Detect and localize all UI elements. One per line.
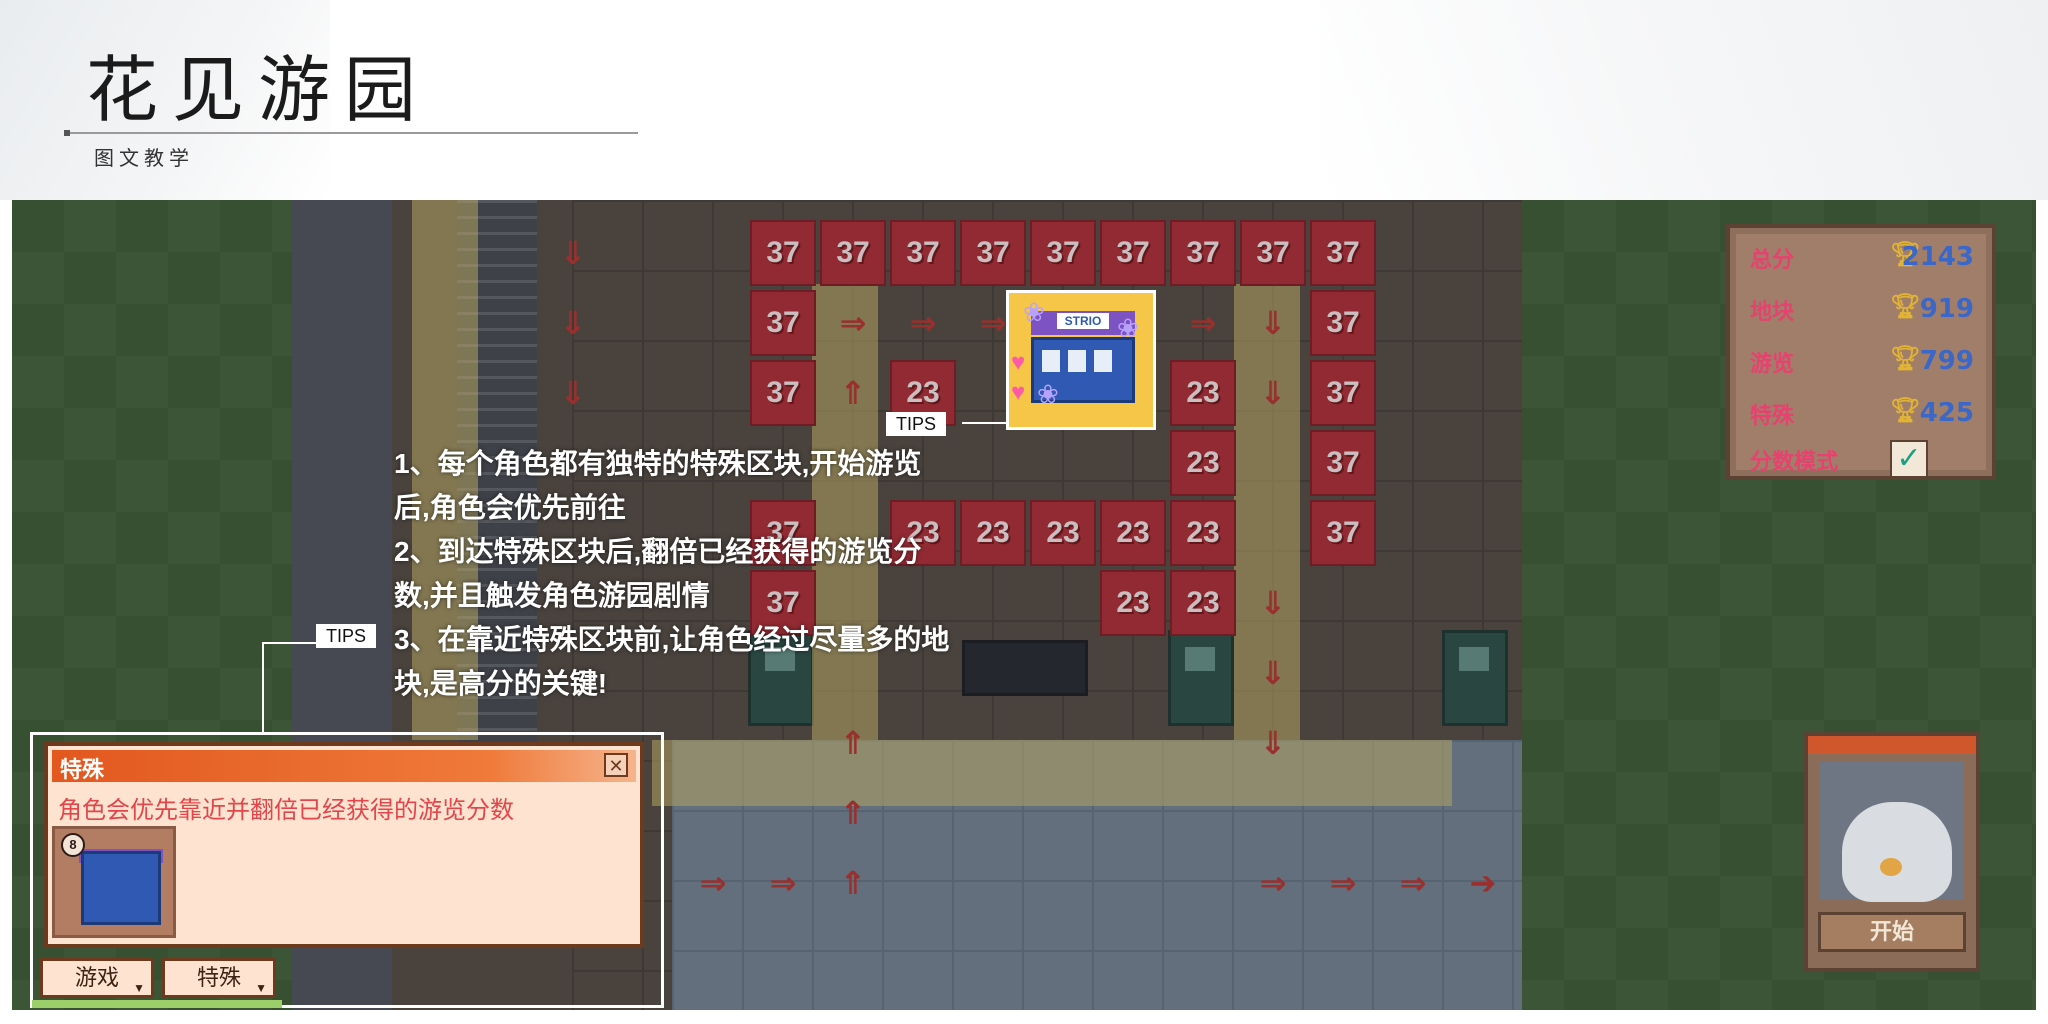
score-label: 游览	[1750, 351, 1795, 376]
score-label: 特殊	[1750, 403, 1795, 428]
score-row-tiles: 地块 🏆︎ 919	[1740, 288, 1980, 328]
tips-label: TIPS	[316, 624, 377, 648]
score-row-total: 总分 🏆︎ 2143	[1740, 236, 1980, 276]
heart-icon: ♥	[1011, 379, 1026, 406]
tip-connector	[1006, 422, 1008, 430]
tip-line-text: 3、在靠近特殊区块前,让角色经过尽量多的地	[394, 624, 950, 655]
booth-sign: STRIO	[1057, 313, 1109, 329]
tab-special[interactable]: 特殊 ▼	[162, 958, 276, 998]
tip-connector	[262, 642, 264, 732]
start-button[interactable]: 开始	[1818, 912, 1966, 952]
page-title: 花见游园	[86, 48, 431, 132]
score-label: 总分	[1750, 247, 1795, 272]
tips-text: 1、每个角色都有独特的特殊区块,开始游览 后,角色会优先前往 2、到达特殊区块后…	[394, 442, 1034, 706]
booth-window	[1042, 350, 1060, 372]
character-hair	[1842, 802, 1952, 902]
page-header: 花见游园 图文教学	[0, 0, 2048, 200]
booth-icon	[81, 851, 161, 925]
tip-line-text: 1、每个角色都有独特的特殊区块,开始游览	[394, 448, 922, 479]
trophy-icon: 🏆︎	[1890, 397, 1921, 424]
booth-window	[1068, 350, 1086, 372]
score-panel: 总分 🏆︎ 2143 地块 🏆︎ 919 游览 🏆︎ 799 特殊 🏆︎ 425…	[1726, 224, 1996, 480]
portrait-header	[1808, 736, 1976, 754]
special-info-dialog: 特殊 ✕ 角色会优先靠近并翻倍已经获得的游览分数 8	[44, 742, 644, 948]
score-value: 799	[1919, 346, 1974, 376]
score-mode-row[interactable]: 分数模式 ✓	[1740, 438, 1980, 478]
title-underline	[66, 132, 638, 134]
score-value: 919	[1919, 294, 1974, 324]
dialog-description: 角色会优先靠近并翻倍已经获得的游览分数	[58, 797, 514, 824]
tip-line-text: 2、到达特殊区块后,翻倍已经获得的游览分	[394, 536, 922, 567]
flower-icon: ❀	[1117, 313, 1139, 343]
tip-line-text: 后,角色会优先前往	[394, 492, 626, 523]
title-underline-dot	[64, 130, 70, 136]
score-value: 2143	[1901, 242, 1974, 272]
special-block-booth[interactable]: STRIO ♥ ♥ ❀ ❀ ❀	[1006, 290, 1156, 430]
tip-connector	[962, 422, 1006, 424]
thumb-badge: 8	[61, 833, 85, 857]
score-value: 425	[1919, 398, 1974, 428]
score-mode-label: 分数模式	[1750, 449, 1839, 474]
tab-game[interactable]: 游戏 ▼	[40, 958, 154, 998]
character-portrait	[1820, 762, 1964, 902]
tip-line-text: 数,并且触发角色游园剧情	[394, 580, 710, 611]
tips-label: TIPS	[886, 412, 947, 436]
trophy-icon: 🏆︎	[1890, 293, 1921, 320]
character-portrait-panel: 开始	[1804, 732, 1980, 972]
score-row-special: 特殊 🏆︎ 425	[1740, 392, 1980, 432]
score-row-visit: 游览 🏆︎ 799	[1740, 340, 1980, 380]
dialog-title: 特殊	[60, 757, 105, 782]
character-eye	[1880, 858, 1902, 876]
flower-icon: ❀	[1037, 379, 1059, 409]
score-label: 地块	[1750, 299, 1795, 324]
score-mode-checkbox[interactable]: ✓	[1890, 440, 1928, 478]
tab-label: 特殊	[196, 965, 241, 990]
dialog-header: 特殊 ✕	[52, 750, 636, 782]
special-block-thumbnail: 8	[52, 826, 176, 938]
flower-icon: ❀	[1023, 297, 1045, 327]
tab-label: 游戏	[74, 965, 119, 990]
close-icon[interactable]: ✕	[604, 753, 628, 777]
page-subtitle: 图文教学	[94, 148, 194, 170]
tip-line-text: 块,是高分的关键!	[394, 668, 608, 699]
booth-window	[1094, 350, 1112, 372]
header-decoration-right	[1320, 0, 2048, 200]
tip-connector	[262, 642, 316, 644]
progress-strip	[32, 1000, 282, 1008]
trophy-icon: 🏆︎	[1890, 345, 1921, 372]
heart-icon: ♥	[1011, 349, 1026, 376]
